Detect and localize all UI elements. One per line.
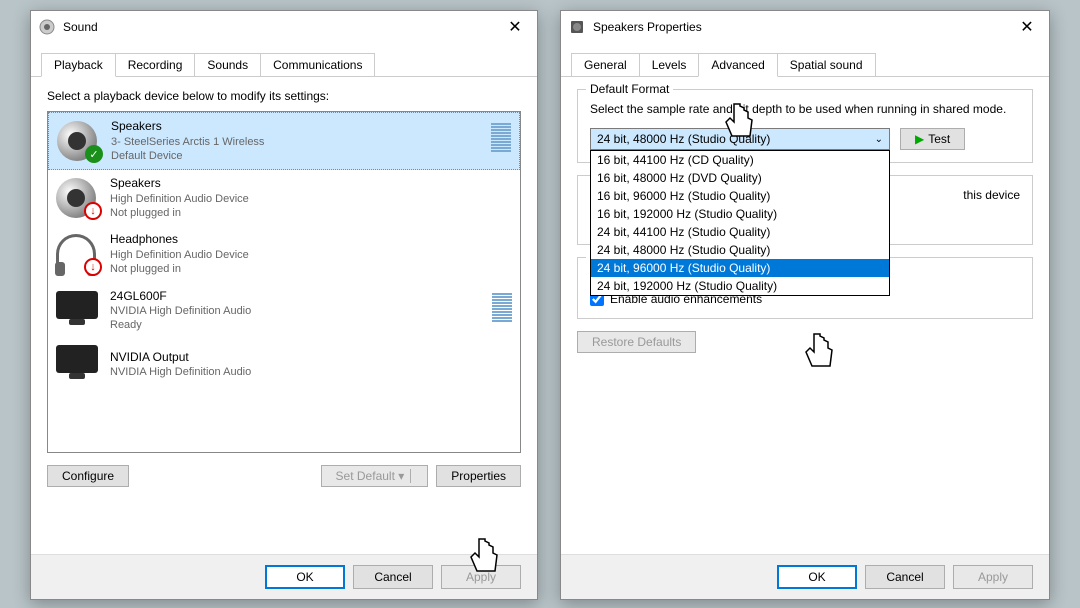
- sound-window: Sound ✕ Playback Recording Sounds Commun…: [30, 10, 538, 600]
- configure-button[interactable]: Configure: [47, 465, 129, 487]
- sound-titlebar: Sound ✕: [31, 11, 537, 43]
- chevron-down-icon: ▾: [398, 469, 404, 483]
- format-dropdown-list[interactable]: 16 bit, 44100 Hz (CD Quality) 16 bit, 48…: [590, 150, 890, 296]
- tab-general[interactable]: General: [571, 53, 640, 76]
- playback-instruction: Select a playback device below to modify…: [47, 89, 521, 103]
- speaker-icon: [569, 19, 585, 35]
- properties-titlebar: Speakers Properties ✕: [561, 11, 1049, 43]
- test-button[interactable]: ▶ Test: [900, 128, 965, 150]
- device-speakers-default[interactable]: ✓ Speakers 3- SteelSeries Arctis 1 Wirel…: [48, 112, 520, 170]
- properties-title: Speakers Properties: [593, 20, 1013, 34]
- chevron-down-icon: ⌄: [875, 134, 883, 145]
- monitor-icon: [56, 345, 100, 385]
- speaker-icon: ↓: [56, 178, 100, 218]
- tab-playback[interactable]: Playback: [41, 53, 116, 77]
- ok-button[interactable]: OK: [777, 565, 857, 589]
- sound-content: Select a playback device below to modify…: [31, 77, 537, 499]
- speaker-icon: ✓: [57, 121, 101, 161]
- headphone-icon: ↓: [56, 234, 100, 274]
- device-headphones[interactable]: ↓ Headphones High Definition Audio Devic…: [48, 226, 520, 282]
- speakers-properties-window: Speakers Properties ✕ General Levels Adv…: [560, 10, 1050, 600]
- default-format-legend: Default Format: [586, 82, 673, 96]
- sound-title: Sound: [63, 20, 501, 34]
- device-list[interactable]: ✓ Speakers 3- SteelSeries Arctis 1 Wirel…: [47, 111, 521, 453]
- device-nvidia-output[interactable]: NVIDIA Output NVIDIA High Definition Aud…: [48, 339, 520, 391]
- format-option[interactable]: 16 bit, 48000 Hz (DVD Quality): [591, 169, 889, 187]
- ok-button[interactable]: OK: [265, 565, 345, 589]
- level-meter: [492, 293, 512, 329]
- tab-sounds[interactable]: Sounds: [194, 53, 261, 76]
- format-option[interactable]: 16 bit, 44100 Hz (CD Quality): [591, 151, 889, 169]
- tab-advanced[interactable]: Advanced: [698, 53, 777, 77]
- format-dropdown[interactable]: 24 bit, 48000 Hz (Studio Quality) ⌄: [590, 128, 890, 150]
- cancel-button[interactable]: Cancel: [865, 565, 945, 589]
- tab-recording[interactable]: Recording: [115, 53, 196, 76]
- close-button[interactable]: ✕: [501, 13, 529, 41]
- device-speakers-hd[interactable]: ↓ Speakers High Definition Audio Device …: [48, 170, 520, 226]
- format-option[interactable]: 16 bit, 192000 Hz (Studio Quality): [591, 205, 889, 223]
- level-meter: [491, 123, 511, 159]
- format-option[interactable]: 24 bit, 192000 Hz (Studio Quality): [591, 277, 889, 295]
- device-status: Default Device: [111, 149, 481, 163]
- device-name: Speakers: [111, 119, 481, 135]
- sound-tabs: Playback Recording Sounds Communications: [31, 43, 537, 77]
- apply-button[interactable]: Apply: [953, 565, 1033, 589]
- default-format-text: Select the sample rate and bit depth to …: [590, 102, 1020, 116]
- cancel-button[interactable]: Cancel: [353, 565, 433, 589]
- sound-icon: [39, 19, 55, 35]
- monitor-icon: [56, 291, 100, 331]
- device-button-row: Configure Set Default ▾ Properties: [47, 465, 521, 487]
- close-button[interactable]: ✕: [1013, 13, 1041, 41]
- tab-communications[interactable]: Communications: [260, 53, 375, 76]
- sound-footer: OK Cancel Apply: [31, 554, 537, 599]
- tab-spatial-sound[interactable]: Spatial sound: [777, 53, 876, 76]
- format-option[interactable]: 24 bit, 48000 Hz (Studio Quality): [591, 241, 889, 259]
- default-format-group: Default Format Select the sample rate an…: [577, 89, 1033, 163]
- format-option[interactable]: 24 bit, 44100 Hz (Studio Quality): [591, 223, 889, 241]
- format-selected: 24 bit, 48000 Hz (Studio Quality): [597, 132, 770, 146]
- tab-levels[interactable]: Levels: [639, 53, 700, 76]
- play-icon: ▶: [915, 132, 924, 146]
- format-option[interactable]: 16 bit, 96000 Hz (Studio Quality): [591, 187, 889, 205]
- format-option-highlighted[interactable]: 24 bit, 96000 Hz (Studio Quality): [591, 259, 889, 277]
- device-sub: 3- SteelSeries Arctis 1 Wireless: [111, 135, 481, 149]
- apply-button[interactable]: Apply: [441, 565, 521, 589]
- set-default-button[interactable]: Set Default ▾: [321, 465, 429, 487]
- properties-footer: OK Cancel Apply: [561, 554, 1049, 599]
- properties-content: Default Format Select the sample rate an…: [561, 77, 1049, 365]
- restore-defaults-button[interactable]: Restore Defaults: [577, 331, 696, 353]
- device-monitor[interactable]: 24GL600F NVIDIA High Definition Audio Re…: [48, 283, 520, 339]
- properties-button[interactable]: Properties: [436, 465, 521, 487]
- properties-tabs: General Levels Advanced Spatial sound: [561, 43, 1049, 77]
